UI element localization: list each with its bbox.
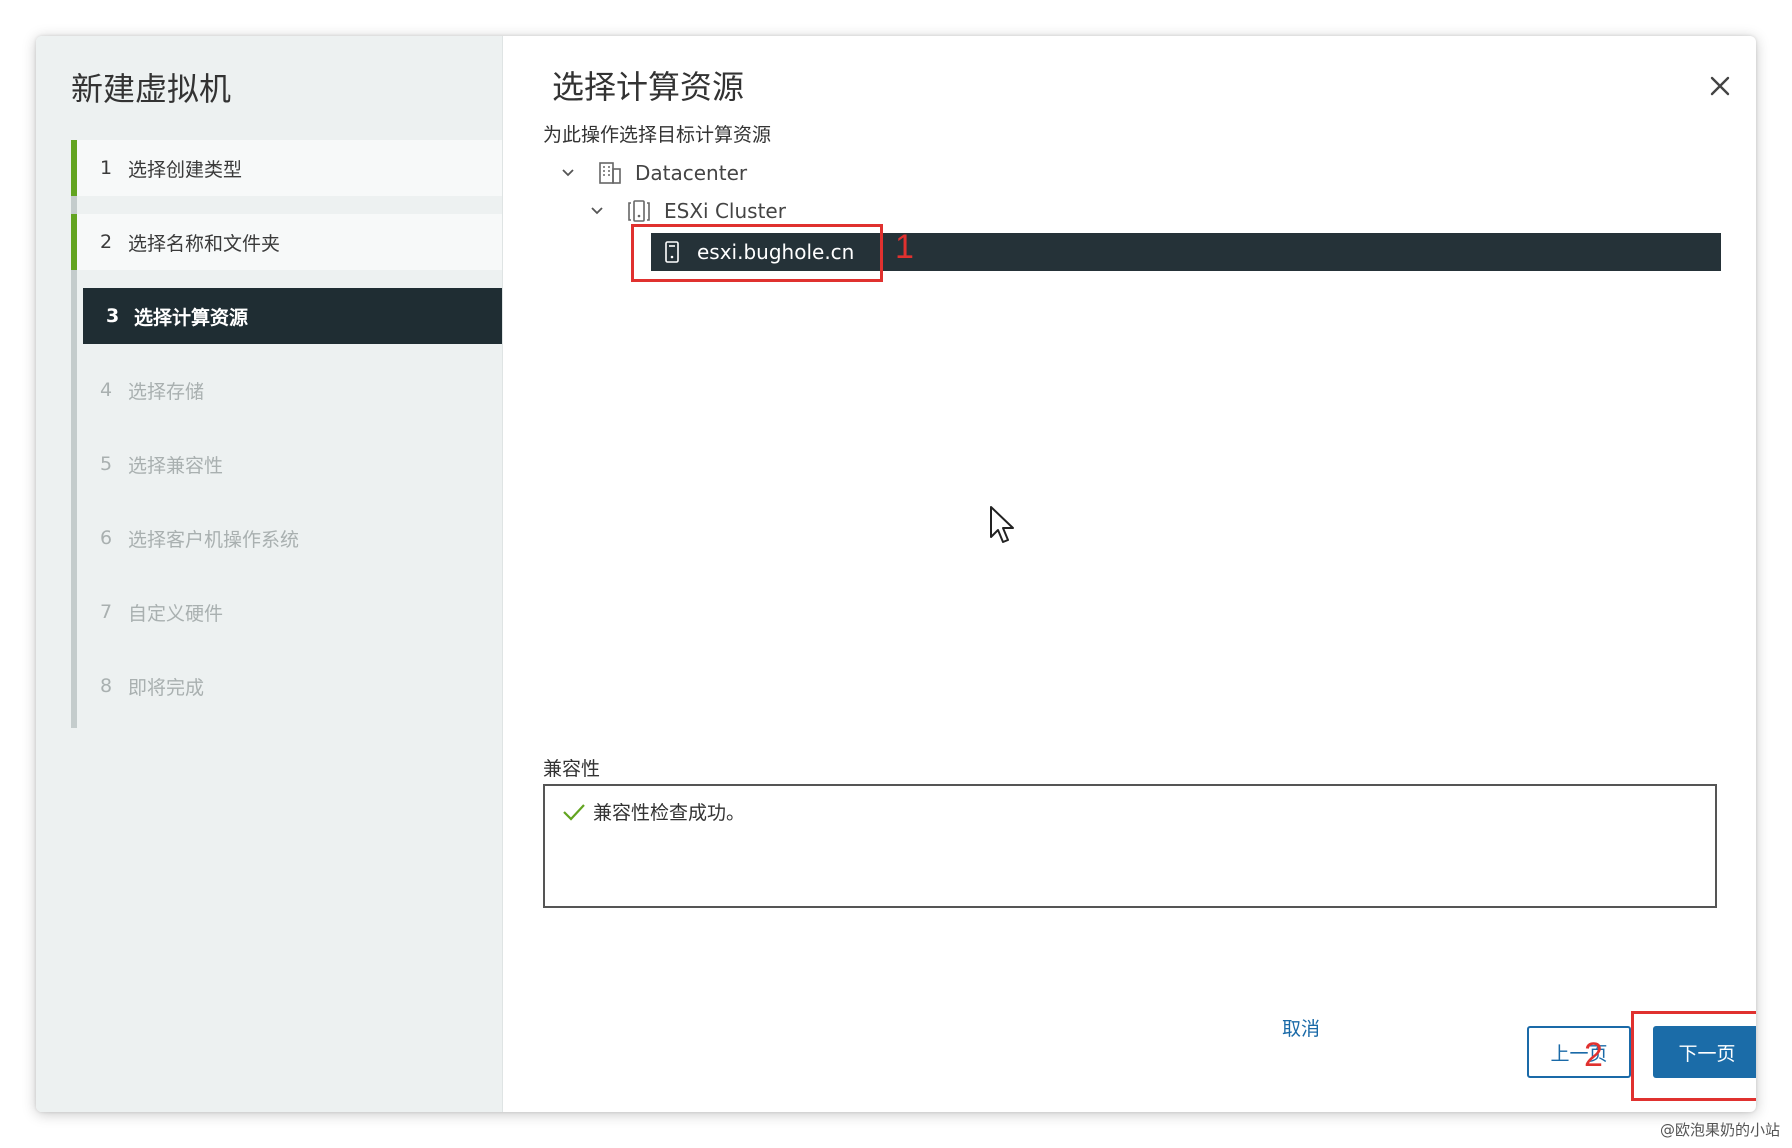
step-6: 6 选择客户机操作系统 [77, 510, 502, 566]
compatibility-label: 兼容性 [543, 758, 601, 780]
datacenter-icon [599, 162, 621, 184]
step-number: 1 [100, 157, 113, 179]
step-number: 8 [100, 675, 113, 697]
wizard-sidebar: 新建虚拟机 1 选择创建类型 2 选择名称和文件夹 3 选择计算资源 4 选择存… [36, 36, 503, 1112]
compatibility-box: 兼容性检查成功。 [543, 784, 1717, 908]
new-vm-dialog: 新建虚拟机 1 选择创建类型 2 选择名称和文件夹 3 选择计算资源 4 选择存… [36, 36, 1756, 1112]
step-7: 7 自定义硬件 [77, 584, 502, 640]
tree-node-cluster[interactable]: ESXi Cluster [588, 198, 786, 224]
annotation-number-1: 1 [895, 228, 914, 266]
back-button[interactable]: 上一页 [1527, 1026, 1631, 1078]
check-icon [563, 803, 585, 821]
main-panel: 选择计算资源 为此操作选择目标计算资源 Datacenter ESXi Clus… [503, 36, 1756, 1112]
watermark-text: @欧泡果奶的小站 [1659, 1121, 1780, 1139]
next-button[interactable]: 下一页 [1653, 1026, 1756, 1078]
step-label: 选择兼容性 [128, 454, 224, 477]
step-label: 即将完成 [128, 676, 205, 699]
step-label: 选择计算资源 [134, 306, 249, 329]
tree-label: Datacenter [635, 161, 748, 185]
tree-label: ESXi Cluster [664, 199, 786, 223]
host-icon [665, 241, 679, 263]
tree-label: esxi.bughole.cn [697, 240, 855, 264]
step-number: 2 [100, 231, 113, 253]
wizard-steps: 1 选择创建类型 2 选择名称和文件夹 3 选择计算资源 4 选择存储 5 选择… [71, 140, 508, 728]
wizard-title: 新建虚拟机 [71, 70, 232, 108]
page-title: 选择计算资源 [552, 68, 745, 106]
step-3[interactable]: 3 选择计算资源 [83, 288, 502, 344]
step-5: 5 选择兼容性 [77, 436, 502, 492]
step-2[interactable]: 2 选择名称和文件夹 [71, 214, 502, 270]
cluster-icon [628, 200, 650, 222]
step-number: 4 [100, 379, 113, 401]
annotation-number-2: 2 [1584, 1036, 1603, 1074]
step-label: 选择存储 [128, 380, 205, 403]
step-number: 6 [100, 527, 113, 549]
step-label: 选择创建类型 [128, 158, 243, 181]
step-8: 8 即将完成 [77, 658, 502, 714]
step-number: 7 [100, 601, 113, 623]
instructions: 为此操作选择目标计算资源 [543, 124, 772, 146]
compatibility-text: 兼容性检查成功。 [593, 802, 746, 824]
chevron-down-icon[interactable] [588, 202, 606, 220]
step-label: 选择名称和文件夹 [128, 232, 281, 255]
mouse-cursor-icon [990, 506, 1014, 543]
step-1[interactable]: 1 选择创建类型 [71, 140, 502, 196]
tree-node-datacenter[interactable]: Datacenter [559, 160, 747, 186]
tree-node-host-selected[interactable]: esxi.bughole.cn [651, 233, 1721, 271]
step-number: 5 [100, 453, 113, 475]
step-label: 自定义硬件 [128, 602, 224, 625]
step-4: 4 选择存储 [77, 362, 502, 418]
step-label: 选择客户机操作系统 [128, 528, 300, 551]
chevron-down-icon[interactable] [559, 164, 577, 182]
cancel-button[interactable]: 取消 [1282, 1014, 1320, 1041]
compatibility-message: 兼容性检查成功。 [561, 798, 745, 825]
close-icon[interactable] [1704, 70, 1736, 102]
step-number: 3 [106, 305, 120, 327]
